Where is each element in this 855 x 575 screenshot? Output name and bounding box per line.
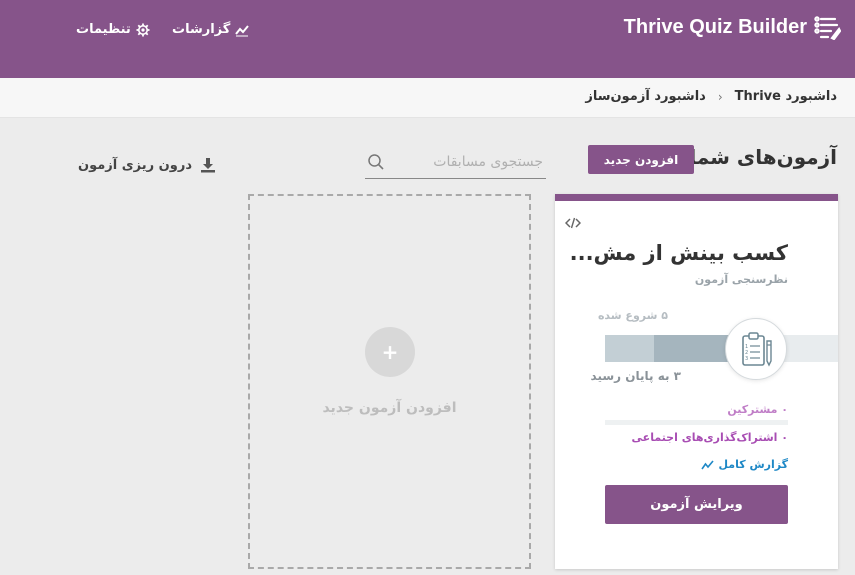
reports-nav[interactable]: گزارشات [172, 22, 250, 37]
page-title: آزمون‌های شما [689, 145, 837, 169]
settings-label: تنظیمات [76, 22, 131, 37]
top-header: Thrive Quiz Builder گزارشات تنظیمات [0, 0, 855, 78]
subscribers-count: ۰ مشترکین [727, 403, 788, 416]
full-report-link[interactable]: گزارش کامل [701, 458, 788, 471]
breadcrumb-separator: ‹ [717, 89, 723, 104]
quiz-title: کسب بینش از مش... [569, 241, 788, 265]
funnel-completed-segment [654, 335, 730, 362]
gear-icon [136, 23, 150, 36]
add-new-button[interactable]: افزودن جدید [588, 145, 694, 174]
full-report-label: گزارش کامل [718, 458, 788, 471]
svg-text:3: 3 [745, 356, 748, 362]
brand-logo[interactable]: Thrive Quiz Builder [624, 14, 841, 40]
search-icon[interactable] [367, 153, 385, 171]
funnel-started-segment [605, 335, 654, 362]
import-quiz-link[interactable]: درون ریزی آزمون [78, 157, 216, 173]
settings-nav[interactable]: تنظیمات [76, 22, 150, 37]
plus-icon[interactable]: + [365, 327, 415, 377]
download-icon [201, 158, 215, 173]
brand-name: Thrive Quiz Builder [623, 15, 807, 38]
trend-icon [235, 24, 250, 36]
code-icon[interactable] [565, 216, 581, 230]
breadcrumb-item-quiz-dashboard: داشبورد آزمون‌ساز [585, 89, 706, 104]
quiz-card: کسب بینش از مش... نظرسنجی آزمون ۵ شروع ش… [555, 194, 838, 569]
clipboard-badge: 123 [725, 318, 787, 380]
add-quiz-card[interactable]: + افزودن آزمون جدید [248, 194, 531, 569]
trend-icon [701, 459, 715, 469]
reports-label: گزارشات [172, 22, 231, 37]
breadcrumb-item-thrive-dashboard[interactable]: داشبورد Thrive [735, 89, 837, 104]
list-logo-icon [814, 16, 841, 40]
import-label: درون ریزی آزمون [78, 157, 192, 173]
conversion-funnel [605, 335, 838, 362]
subscribers-bar [605, 420, 788, 425]
breadcrumb: داشبورد Thrive ‹ داشبورد آزمون‌ساز [585, 89, 837, 104]
clipboard-icon: 123 [742, 332, 772, 367]
breadcrumb-bar: داشبورد Thrive ‹ داشبورد آزمون‌ساز [0, 78, 855, 118]
search-box [365, 146, 546, 179]
completed-count: ۳ به پایان رسید [590, 369, 681, 383]
social-shares-count: ۰ اشتراک‌گذاری‌های اجتماعی [631, 431, 788, 444]
search-input[interactable] [391, 150, 543, 174]
started-count: ۵ شروع شده [597, 309, 668, 322]
edit-quiz-button[interactable]: ویرایش آزمون [605, 485, 788, 524]
add-quiz-label: افزودن آزمون جدید [322, 400, 457, 416]
quiz-type: نظرسنجی آزمون [694, 273, 788, 286]
